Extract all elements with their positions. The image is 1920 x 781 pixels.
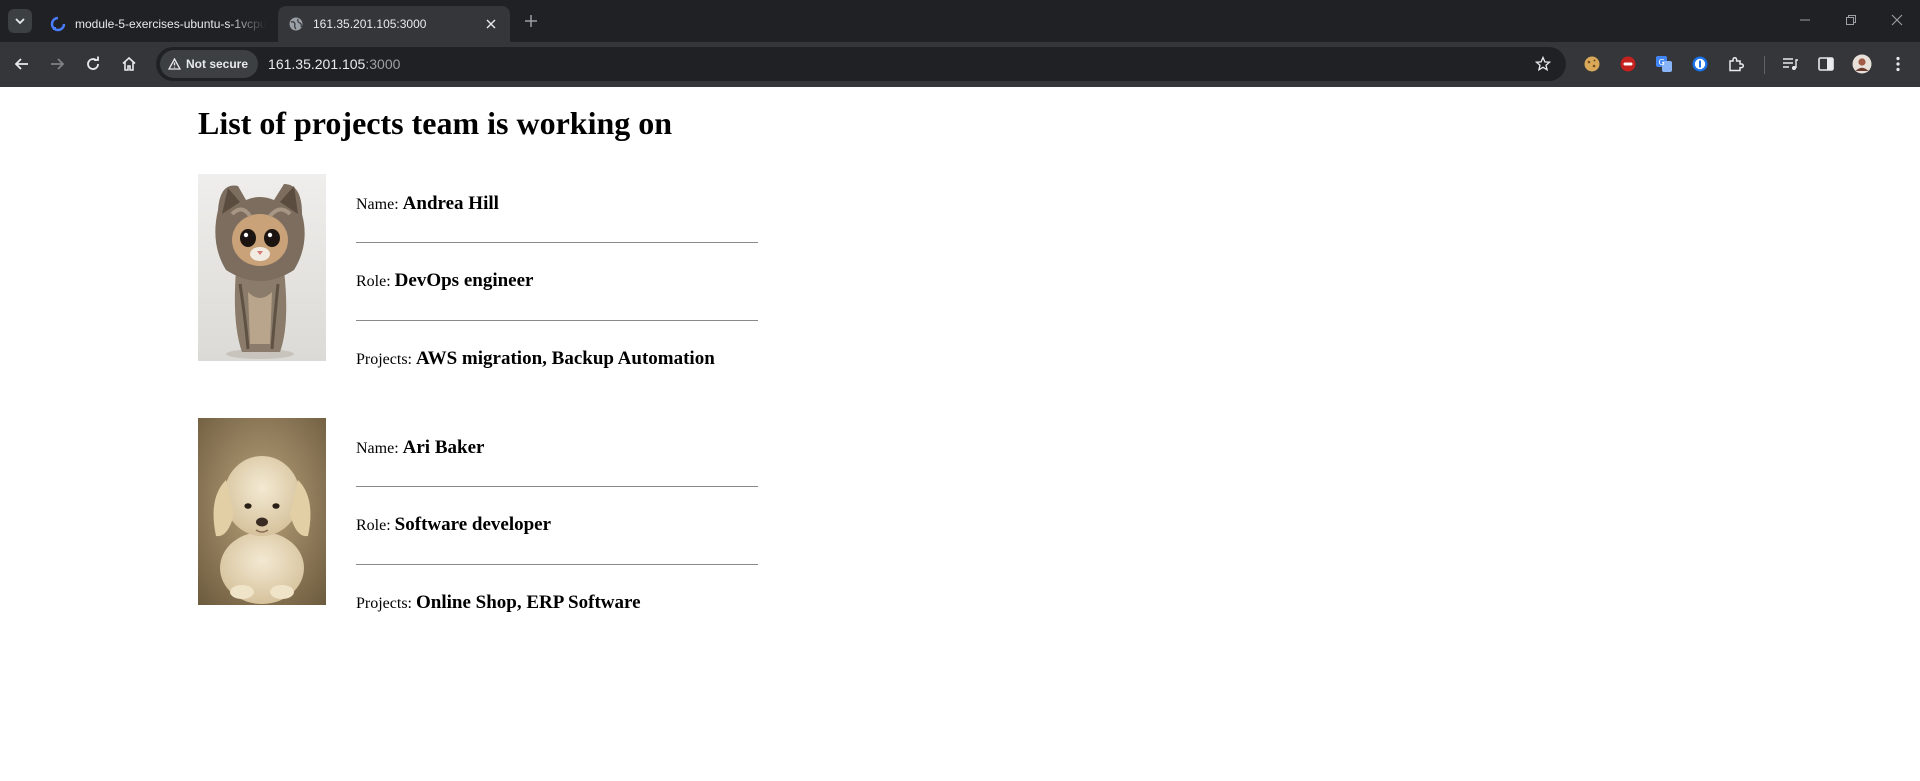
warning-triangle-icon bbox=[168, 58, 181, 70]
extensions-button[interactable] bbox=[1724, 52, 1748, 76]
profile-button[interactable] bbox=[1850, 52, 1874, 76]
browser-toolbar: Not secure 161.35.201.105:3000 G bbox=[0, 42, 1920, 87]
home-icon bbox=[122, 56, 136, 71]
reload-button[interactable] bbox=[79, 50, 107, 78]
member-projects-row: Projects: Online Shop, ERP Software bbox=[356, 592, 758, 614]
kitten-photo bbox=[198, 174, 326, 361]
tab-title: 161.35.201.105:3000 bbox=[313, 17, 427, 31]
name-label: Name: bbox=[356, 196, 399, 213]
url-host: 161.35.201.105 bbox=[268, 56, 366, 72]
forward-button[interactable] bbox=[43, 50, 71, 78]
side-panel-icon bbox=[1818, 57, 1834, 71]
minimize-icon bbox=[1800, 19, 1810, 21]
keyhole-icon bbox=[1692, 56, 1708, 72]
member-projects: Online Shop, ERP Software bbox=[416, 592, 641, 613]
security-label: Not secure bbox=[186, 57, 249, 71]
web-page: List of projects team is working on Name… bbox=[0, 87, 1920, 781]
plus-icon bbox=[525, 15, 537, 27]
page-title: List of projects team is working on bbox=[198, 105, 673, 141]
record-extension-button[interactable] bbox=[1616, 52, 1640, 76]
member-role-row: Role: DevOps engineer bbox=[356, 270, 758, 292]
star-icon bbox=[1535, 56, 1551, 72]
security-indicator[interactable]: Not secure bbox=[160, 50, 259, 78]
restore-icon bbox=[1846, 15, 1856, 25]
arrow-right-icon bbox=[51, 58, 65, 70]
restore-button[interactable] bbox=[1828, 8, 1874, 32]
browser-menu-button[interactable] bbox=[1886, 52, 1910, 76]
back-button[interactable] bbox=[8, 50, 36, 78]
url-port: :3000 bbox=[365, 56, 401, 72]
close-tab-icon[interactable] bbox=[482, 15, 500, 33]
digitalocean-icon bbox=[50, 16, 66, 32]
playlist-icon bbox=[1783, 58, 1798, 70]
tab-current-page[interactable]: 161.35.201.105:3000 bbox=[278, 6, 510, 42]
cookie-extension-button[interactable] bbox=[1580, 52, 1604, 76]
puppy-photo bbox=[198, 418, 326, 605]
role-label: Role: bbox=[356, 273, 391, 290]
member-name: Ari Baker bbox=[402, 437, 485, 458]
translate-extension-button[interactable]: G bbox=[1652, 52, 1676, 76]
avatar bbox=[1852, 54, 1872, 74]
member-role: Software developer bbox=[394, 514, 552, 535]
team-member-card: Name: Ari Baker Role: Software developer… bbox=[198, 418, 758, 613]
new-tab-button[interactable] bbox=[520, 10, 542, 32]
member-name-row: Name: Ari Baker bbox=[356, 437, 758, 459]
projects-label: Projects: bbox=[356, 595, 412, 612]
address-bar[interactable]: Not secure 161.35.201.105:3000 bbox=[156, 47, 1566, 81]
arrow-left-icon bbox=[14, 58, 28, 70]
role-label: Role: bbox=[356, 517, 391, 534]
svg-text:G: G bbox=[1659, 58, 1665, 67]
team-member-card: Name: Andrea Hill Role: DevOps engineer … bbox=[198, 174, 758, 369]
projects-label: Projects: bbox=[356, 351, 412, 368]
member-name-row: Name: Andrea Hill bbox=[356, 193, 758, 215]
globe-icon bbox=[288, 16, 304, 32]
cookie-icon bbox=[1584, 56, 1600, 72]
close-window-button[interactable] bbox=[1874, 8, 1920, 32]
member-role-row: Role: Software developer bbox=[356, 514, 758, 536]
member-role: DevOps engineer bbox=[394, 270, 534, 291]
home-button[interactable] bbox=[115, 50, 143, 78]
tab-title: module-5-exercises-ubuntu-s-1vcpu bbox=[75, 17, 266, 31]
divider bbox=[356, 242, 758, 243]
close-icon bbox=[1891, 14, 1903, 26]
member-projects-row: Projects: AWS migration, Backup Automati… bbox=[356, 348, 758, 370]
toolbar-divider bbox=[1764, 56, 1765, 74]
tab-module-5-exercises[interactable]: module-5-exercises-ubuntu-s-1vcpu bbox=[40, 6, 276, 42]
divider bbox=[356, 564, 758, 565]
side-panel-button[interactable] bbox=[1814, 52, 1838, 76]
tab-search-button[interactable] bbox=[8, 9, 32, 33]
divider bbox=[356, 486, 758, 487]
name-label: Name: bbox=[356, 440, 399, 457]
more-vertical-icon bbox=[1896, 56, 1900, 72]
password-manager-extension-button[interactable] bbox=[1688, 52, 1712, 76]
puzzle-piece-icon bbox=[1729, 56, 1745, 72]
tab-strip: module-5-exercises-ubuntu-s-1vcpu 161.35… bbox=[0, 0, 1920, 42]
minimize-button[interactable] bbox=[1782, 8, 1828, 32]
translate-icon: G bbox=[1656, 56, 1672, 72]
member-projects: AWS migration, Backup Automation bbox=[416, 348, 715, 369]
media-controls-button[interactable] bbox=[1778, 52, 1802, 76]
member-name: Andrea Hill bbox=[402, 193, 499, 214]
bookmark-star-button[interactable] bbox=[1532, 53, 1554, 75]
divider bbox=[356, 320, 758, 321]
record-icon bbox=[1620, 56, 1636, 72]
chevron-down-icon bbox=[15, 18, 25, 25]
reload-icon bbox=[87, 56, 99, 70]
url-text[interactable]: 161.35.201.105:3000 bbox=[268, 56, 400, 72]
